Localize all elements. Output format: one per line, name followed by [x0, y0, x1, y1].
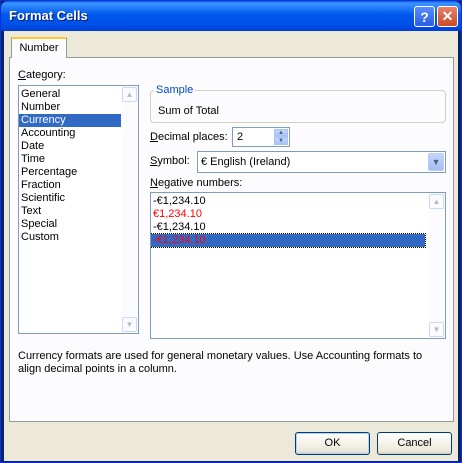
category-item[interactable]: Custom	[19, 231, 121, 244]
tab-number[interactable]: Number	[11, 37, 67, 58]
decimal-places-stepper[interactable]: 2 ▲ ▼	[232, 127, 290, 147]
category-item[interactable]: Accounting	[19, 127, 121, 140]
category-list[interactable]: General Number Currency Accounting Date Time P…	[18, 85, 139, 334]
dialog-client: Number Category: General Number Currency Ac…	[4, 31, 458, 461]
scroll-up-arrow-icon[interactable]: ▲	[122, 87, 137, 102]
decimal-places-label: Decimal places:	[150, 131, 228, 143]
category-item[interactable]: Percentage	[19, 166, 121, 179]
negative-number-item[interactable]: -€1,234.10	[151, 221, 425, 234]
format-description: Currency formats are used for general mo…	[18, 350, 423, 375]
title-bar[interactable]: Format Cells ? ✕	[1, 1, 461, 31]
decimal-places-value[interactable]: 2	[237, 131, 243, 143]
number-tab-panel: Category: General Number Currency Accountin…	[9, 57, 454, 422]
sample-value: Sum of Total	[158, 105, 219, 117]
category-item[interactable]: Currency	[19, 114, 121, 127]
symbol-dropdown[interactable]: € English (Ireland) ▼	[197, 151, 446, 173]
category-item[interactable]: Time	[19, 153, 121, 166]
category-item[interactable]: Number	[19, 101, 121, 114]
category-item[interactable]: Fraction	[19, 179, 121, 192]
spin-up-icon[interactable]: ▲	[274, 129, 288, 137]
chevron-down-icon[interactable]: ▼	[428, 153, 444, 171]
category-item[interactable]: Text	[19, 205, 121, 218]
close-button[interactable]: ✕	[437, 6, 458, 27]
close-icon: ✕	[441, 8, 454, 24]
category-item[interactable]: General	[19, 88, 121, 101]
cancel-button[interactable]: Cancel	[377, 432, 452, 455]
category-label: Category:	[18, 69, 66, 81]
negative-number-item[interactable]: -€1,234.10	[151, 233, 426, 248]
negative-number-item[interactable]: €1,234.10	[151, 208, 425, 221]
symbol-value: € English (Ireland)	[201, 156, 291, 168]
category-item[interactable]: Scientific	[19, 192, 121, 205]
sample-label: Sample	[154, 84, 196, 96]
negative-number-item[interactable]: -€1,234.10	[151, 195, 425, 208]
scroll-down-arrow-icon[interactable]: ▼	[429, 322, 444, 337]
format-cells-window: Format Cells ? ✕ Number Category: Genera…	[0, 0, 462, 463]
negative-numbers-scrollbar[interactable]: ▲ ▼	[428, 193, 445, 338]
ok-button[interactable]: OK	[295, 432, 370, 455]
help-icon: ?	[420, 8, 429, 25]
category-scrollbar[interactable]: ▲ ▼	[121, 86, 138, 333]
spin-down-icon[interactable]: ▼	[274, 137, 288, 145]
scroll-down-arrow-icon[interactable]: ▼	[122, 317, 137, 332]
category-item[interactable]: Special	[19, 218, 121, 231]
negative-numbers-label: Negative numbers:	[150, 177, 243, 189]
symbol-label: Symbol:	[150, 155, 190, 167]
scroll-up-arrow-icon[interactable]: ▲	[429, 194, 444, 209]
window-title: Format Cells	[9, 8, 88, 23]
help-button[interactable]: ?	[414, 6, 435, 27]
category-item[interactable]: Date	[19, 140, 121, 153]
negative-numbers-list[interactable]: -€1,234.10 €1,234.10 -€1,234.10 -€1,234.10 …	[150, 192, 446, 339]
